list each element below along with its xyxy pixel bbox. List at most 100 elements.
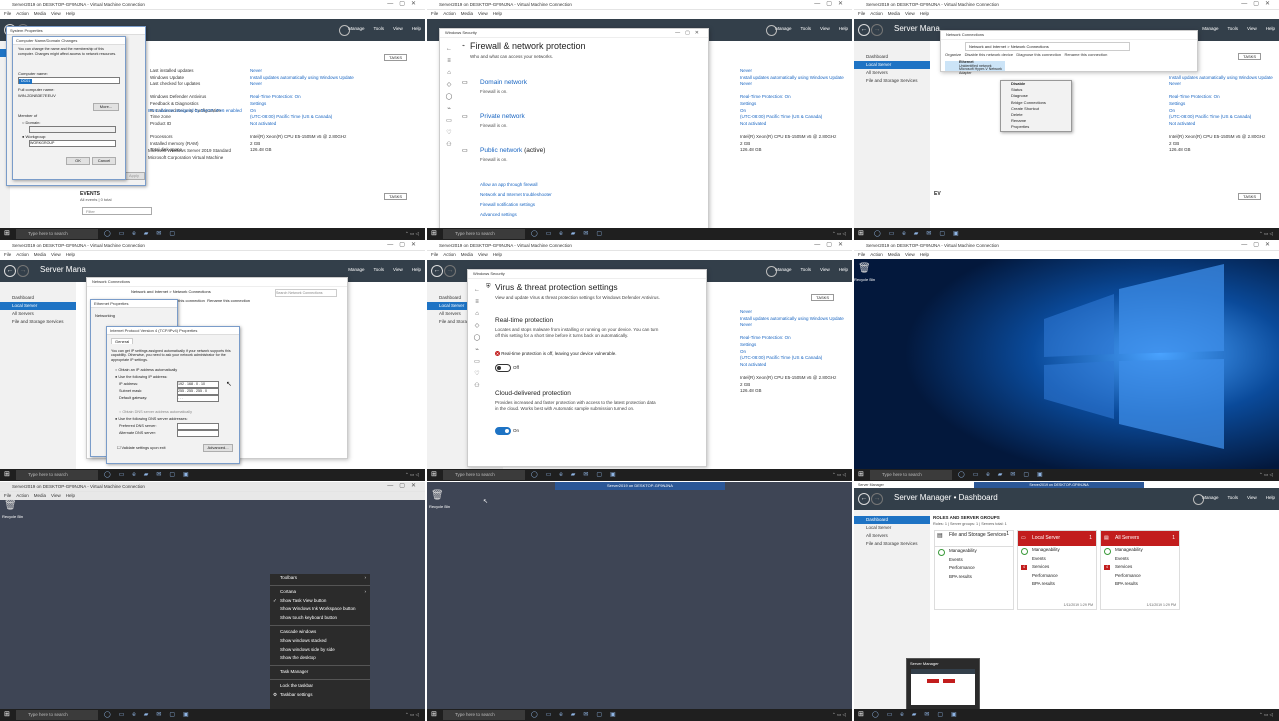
menu-item-lock-taskbar[interactable]: Lock the taskbar [270,682,370,691]
cursor-icon: ↖ [226,381,232,388]
sidebar-item-dashboard[interactable]: Dashboard [854,53,930,61]
domain-radio[interactable]: ○ Domain: [22,120,40,125]
tile-all-servers[interactable]: ▤ All Servers 1 Manageability Events 4 Serv… [1100,530,1180,610]
menu-item-properties[interactable]: Properties [1001,124,1071,130]
menu-item-cascade[interactable]: Cascade windows [270,628,370,637]
panel-taskbar-menu: Server2019 on DESKTOP-GF9NJNA - Virtual … [0,482,425,721]
firewall-icon: ⌁ [462,43,466,49]
panel-server-dashboard: Server2019 on DESKTOP-GF9NJNA Server Man… [854,482,1279,721]
menu-action[interactable]: Action [16,11,29,16]
servers-icon: ▤ [1104,535,1109,541]
taskbar-search[interactable]: Type here to search [16,229,98,239]
ipv4-properties-dialog: Internet Protocol Version 4 (TCP/IPv4) P… [106,326,240,464]
menu-tools[interactable]: Tools [374,26,385,31]
window-controls[interactable]: —▢✕ [387,0,422,9]
recycle-bin-icon[interactable]: 🗑 [431,490,445,502]
tile-local-server[interactable]: ▭ Local Server 1 Manageability Events 4 Ser… [1017,530,1097,610]
storage-icon: ▤ [937,533,943,539]
menu-item-toolbars[interactable]: Toolbars › [270,574,370,583]
menu-item-ink-workspace[interactable]: Show Windows Ink Workspace button [270,605,370,614]
cloud-toggle[interactable] [495,427,511,435]
domain-field[interactable] [29,126,116,133]
public-network-link[interactable]: Public network (active) [480,147,545,154]
taskbar: ⊞ Type here to search ◯▭e▰✉▢ ⌃ ▭ ◁ [427,228,852,240]
sidebar-item-all-servers[interactable]: All Servers [854,69,930,77]
menu-file[interactable]: File [4,11,11,16]
windows-wallpaper [854,259,1279,469]
use-dns-radio[interactable]: ● Use the following DNS server addresses… [115,417,188,421]
vm-banner[interactable]: Server2019 on DESKTOP-GF9NJNA [555,482,725,490]
taskbar-thumbnail[interactable]: Server Manager [906,658,980,710]
preferred-dns-field[interactable] [177,423,219,430]
menu-item-task-manager[interactable]: Task Manager [270,668,370,677]
menu-help[interactable]: Help [412,26,421,31]
network-icon: ▭ [462,114,468,120]
start-icon[interactable]: ⊞ [4,230,11,237]
tasks-button[interactable]: TASKS [384,54,407,61]
toolbar: Organize Disable this network device Dia… [945,52,1108,57]
validate-checkbox[interactable]: ☐ Validate settings upon exit [117,445,166,450]
realtime-toggle[interactable] [495,364,511,372]
nav-icons[interactable]: ← ≡ ⌂ ◇ ◯ ⌁ ▭ ♡ ⚇ [470,284,484,392]
recycle-bin-icon[interactable]: 🗑 [858,263,872,275]
menu-item-show-desktop[interactable]: Show the desktop [270,654,370,663]
menu-item-cortana[interactable]: Cortana › [270,588,370,597]
properties-values: Never Install updates automatically using… [250,68,354,153]
gateway-field[interactable]: . . . [177,395,219,402]
subnet-mask-field[interactable]: 255 . 255 . 255 . 0 [177,388,219,395]
menu-view[interactable]: View [393,26,403,31]
menu-item-stacked[interactable]: Show windows stacked [270,637,370,646]
menu-help[interactable]: Help [66,11,75,16]
notification-settings-link[interactable]: Firewall notification settings [480,202,535,207]
apply-button[interactable]: Apply [123,172,145,180]
server-icon: ▭ [1021,535,1026,541]
advanced-button[interactable]: Advanced... [203,444,233,452]
alternate-dns-field[interactable] [177,430,219,437]
menu-manage[interactable]: Manage [348,26,364,31]
panel-network-connections: Server2019 on DESKTOP-GF9NJNA - Virtual … [854,0,1279,240]
events-tasks-button[interactable]: TASKS [384,193,407,200]
tutorial-thumbnail-grid: Server2019 on DESKTOP-GF9NJNA - Virtual … [0,0,1279,721]
ethernet-adapter[interactable]: Ethernet Unidentified network Microsoft … [945,60,1005,74]
more-button[interactable]: More... [93,103,119,111]
filter-input[interactable]: Filter [82,207,152,215]
properties-network: IPv4 address assigned by DHCP, IPv6 enab… [148,108,242,113]
computer-name-dialog: Computer Name/Domain Changes You can cha… [12,36,126,180]
use-ip-radio[interactable]: ● Use the following IP address: [115,375,167,379]
obtain-dns-radio[interactable]: ○ Obtain DNS server address automaticall… [119,410,192,414]
menu-view[interactable]: View [51,11,61,16]
window-controls[interactable]: —▢✕ [675,30,704,36]
menu-item-touch-keyboard[interactable]: Show touch keyboard button [270,614,370,623]
nav-icons[interactable]: ← ≡ ⌂ ◇ ◯ ⌁ ▭ ♡ ⚇ [442,43,456,151]
domain-network-link[interactable]: Domain network [480,79,527,86]
troubleshooter-link[interactable]: Network and Internet troubleshooter [480,192,552,197]
ip-address-field[interactable]: 192 . 168 . 0 . 10 [177,381,219,388]
private-network-link[interactable]: Private network [480,113,525,120]
sidebar-item-local-server[interactable]: Local Server [854,61,930,69]
advanced-settings-link[interactable]: Advanced settings [480,212,517,217]
address-bar[interactable]: Network and Internet > Network Connectio… [965,42,1130,51]
menu-item-task-view[interactable]: ✓ Show Task View button [270,597,370,606]
network-connections-window: Network Connections Network and Internet… [940,30,1198,74]
menu-media[interactable]: Media [34,11,46,16]
events-count: All events | 0 total [80,197,112,202]
start-icon[interactable]: ⊞ [431,230,438,237]
taskbar-apps-icon[interactable]: ◯▭e▰✉▢ [104,230,183,237]
cancel-button[interactable]: Cancel [92,157,116,165]
sidebar-item-file-storage[interactable]: File and Storage Services [854,77,930,85]
tile-file-storage[interactable]: ▤ File and Storage Services 1 Manageabilit… [934,530,1014,610]
recycle-bin-icon[interactable]: 🗑 [4,500,18,512]
tab-general[interactable]: General [111,338,134,344]
menu-item-taskbar-settings[interactable]: ⚙ Taskbar settings [270,691,370,700]
menu-item-side-by-side[interactable]: Show windows side by side [270,646,370,655]
windows-security-window: Windows Security ← ≡ ⌂ ◇ ◯ ⌁ ▭ ♡ ⚇ ⛨ Virus & thr… [467,269,707,467]
panel-computer-name: Server2019 on DESKTOP-GF9NJNA - Virtual … [0,0,425,240]
computer-name-field[interactable]: DC01 [18,77,120,84]
network-icon: ▭ [462,148,468,154]
ok-button[interactable]: OK [66,157,90,165]
workgroup-field[interactable]: WORKGROUP [29,140,116,147]
search-input[interactable]: Search Network Connections [275,289,337,297]
allow-app-link[interactable]: Allow an app through firewall [480,182,538,187]
obtain-ip-radio[interactable]: ○ Obtain an IP address automatically [115,368,177,372]
workgroup-radio[interactable]: ● Workgroup: [22,134,46,139]
